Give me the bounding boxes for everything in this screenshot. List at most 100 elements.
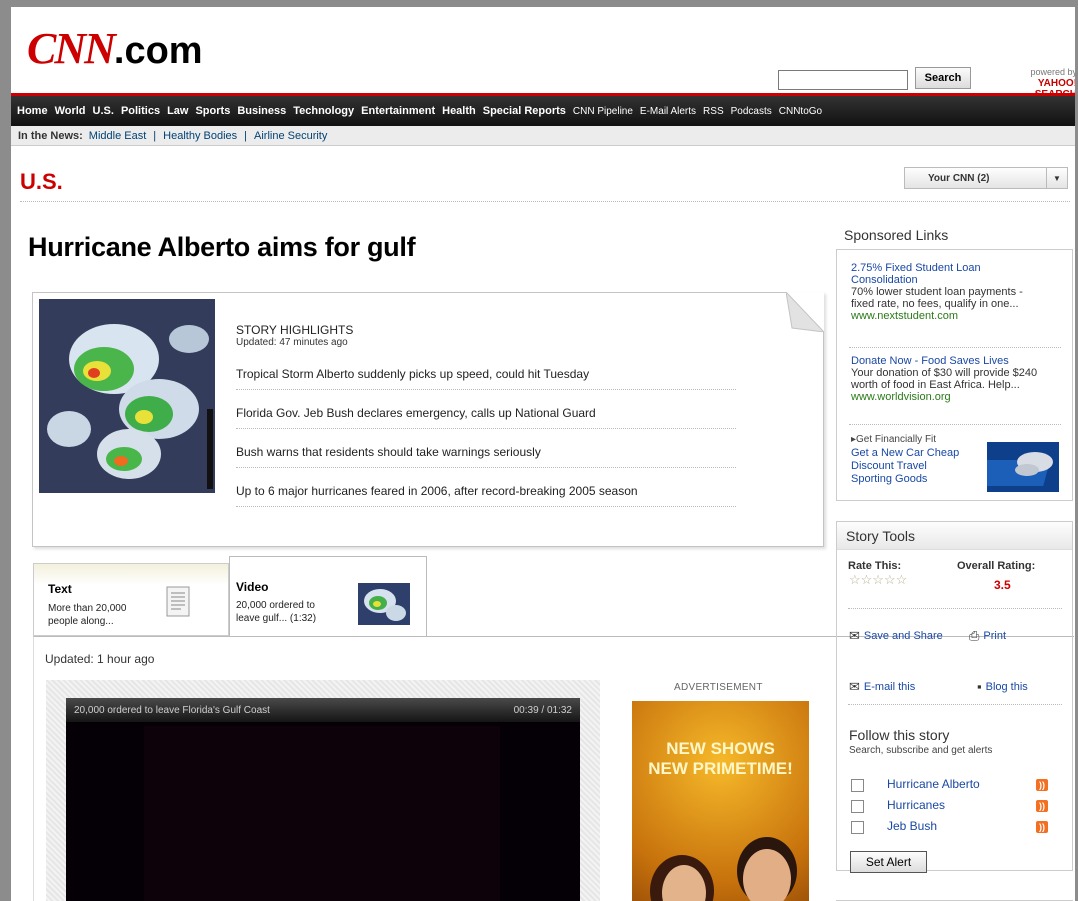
tab-text[interactable]: Text More than 20,000 people along...: [33, 563, 229, 636]
print-label: Print: [983, 630, 1007, 642]
logo-dotcom: .com: [113, 30, 203, 72]
fin-link-sporting[interactable]: Sporting Goods: [851, 473, 959, 486]
your-cnn-dropdown[interactable]: Your CNN (2) ▼: [904, 167, 1068, 189]
sponsored-title-line1[interactable]: 2.75% Fixed Student Loan: [851, 262, 1065, 274]
nav-business[interactable]: Business: [237, 105, 286, 117]
overall-rating-value: 3.5: [994, 578, 1011, 592]
page-curl-decoration: [786, 292, 824, 332]
ad-people-image: [650, 837, 797, 901]
set-alert-button[interactable]: Set Alert: [850, 851, 927, 873]
follow-checkbox[interactable]: [851, 779, 864, 792]
section-title: U.S.: [20, 169, 63, 194]
nav-entertainment[interactable]: Entertainment: [361, 105, 435, 117]
advertisement-banner[interactable]: NEW SHOWS NEW PRIMETIME!: [632, 701, 809, 901]
tab-text-desc-line1: More than 20,000: [48, 603, 127, 614]
highlight-item: Up to 6 major hurricanes feared in 2006,…: [236, 475, 736, 507]
save-share-icon: ✉: [849, 628, 860, 643]
nav-cnn-pipeline[interactable]: CNN Pipeline: [573, 106, 633, 117]
nav-rss[interactable]: RSS: [703, 106, 724, 117]
video-screen[interactable]: [144, 726, 500, 901]
video-player[interactable]: 20,000 ordered to leave Florida's Gulf C…: [66, 698, 580, 901]
story-updated: Updated: 1 hour ago: [45, 652, 155, 666]
news-separator: |: [244, 129, 247, 142]
sponsored-item[interactable]: 2.75% Fixed Student Loan Consolidation 7…: [851, 262, 1065, 322]
in-the-news-bar: In the News: Middle East | Healthy Bodie…: [11, 126, 1075, 146]
nav-home[interactable]: Home: [17, 105, 48, 117]
keyboard-hand-image[interactable]: [987, 442, 1059, 492]
highlight-item: Bush warns that residents should take wa…: [236, 436, 736, 468]
fin-link-car[interactable]: Get a New Car Cheap: [851, 447, 959, 460]
nav-podcasts[interactable]: Podcasts: [731, 106, 772, 117]
advertisement-label: ADVERTISEMENT: [674, 682, 763, 693]
follow-topic-link[interactable]: Jeb Bush: [887, 819, 937, 833]
follow-item: Jeb Bush )): [851, 819, 1061, 837]
rating-stars[interactable]: ☆☆☆☆☆: [849, 572, 907, 588]
blog-label: Blog this: [985, 680, 1028, 693]
cnn-logo[interactable]: CNN.com: [27, 23, 203, 74]
sponsored-title-line2[interactable]: Consolidation: [851, 274, 1065, 286]
rss-icon[interactable]: )): [1036, 800, 1048, 812]
sponsored-links-box: 2.75% Fixed Student Loan Consolidation 7…: [836, 249, 1073, 501]
sponsored-url[interactable]: www.nextstudent.com: [851, 310, 1065, 322]
nav-email-alerts[interactable]: E-Mail Alerts: [640, 106, 696, 117]
tab-text-desc: More than 20,000 people along...: [48, 602, 126, 628]
sponsored-desc-line1: Your donation of $30 will provide $240: [851, 367, 1038, 379]
nav-special-reports[interactable]: Special Reports: [483, 105, 566, 117]
highlight-item: Tropical Storm Alberto suddenly picks up…: [236, 358, 736, 390]
follow-checkbox[interactable]: [851, 800, 864, 813]
nav-politics[interactable]: Politics: [121, 105, 160, 117]
tab-video[interactable]: Video 20,000 ordered to leave gulf... (1…: [229, 556, 427, 637]
sponsored-desc-line1: 70% lower student loan payments -: [851, 286, 1023, 298]
nav-us[interactable]: U.S.: [93, 105, 114, 117]
nav-sports[interactable]: Sports: [195, 105, 230, 117]
nav-world[interactable]: World: [55, 105, 86, 117]
nav-health[interactable]: Health: [442, 105, 476, 117]
follow-topic-link[interactable]: Hurricane Alberto: [887, 777, 980, 791]
news-link-healthy-bodies[interactable]: Healthy Bodies: [163, 130, 237, 142]
rate-this-label: Rate This:: [848, 560, 902, 572]
financial-links: Get a New Car Cheap Discount Travel Spor…: [851, 447, 959, 486]
satellite-image[interactable]: [39, 299, 215, 493]
news-link-middle-east[interactable]: Middle East: [89, 130, 146, 142]
follow-topic-link[interactable]: Hurricanes: [887, 798, 945, 812]
follow-checkbox[interactable]: [851, 821, 864, 834]
sponsored-desc-line2: fixed rate, no fees, qualify in one...: [851, 298, 1019, 310]
powered-by-label: powered by: [1030, 67, 1075, 77]
divider: [848, 608, 1062, 609]
window-frame-left: [0, 0, 11, 901]
print-link[interactable]: ⎙ Print: [969, 628, 1006, 644]
save-and-share-link[interactable]: ✉ Save and Share: [849, 628, 943, 644]
blog-this-link[interactable]: ▪ Blog this: [977, 679, 1028, 694]
rss-icon[interactable]: )): [1036, 779, 1048, 791]
nav-cnntogo[interactable]: CNNtoGo: [779, 106, 822, 117]
tab-text-title: Text: [48, 582, 72, 596]
follow-item: Hurricanes )): [851, 798, 1061, 816]
divider: [848, 704, 1062, 705]
highlights-title: STORY HIGHLIGHTS: [236, 323, 354, 337]
tab-video-desc: 20,000 ordered to leave gulf... (1:32): [236, 599, 316, 625]
blog-icon: ▪: [977, 679, 982, 694]
sponsored-url[interactable]: www.worldvision.org: [851, 391, 1065, 403]
email-this-link[interactable]: ✉ E-mail this: [849, 679, 915, 695]
story-highlights-box: STORY HIGHLIGHTS Updated: 47 minutes ago…: [32, 292, 824, 547]
news-separator: |: [153, 129, 157, 142]
news-link-airline-security[interactable]: Airline Security: [254, 130, 327, 142]
video-title: 20,000 ordered to leave Florida's Gulf C…: [74, 704, 270, 716]
get-financially-fit: ▸Get Financially Fit: [851, 434, 936, 445]
story-tools-box: Story Tools Rate This: ☆☆☆☆☆ Overall Rat…: [836, 521, 1073, 873]
nav-law[interactable]: Law: [167, 105, 188, 117]
article-headline: Hurricane Alberto aims for gulf: [28, 232, 416, 262]
video-player-bar: 20,000 ordered to leave Florida's Gulf C…: [66, 698, 580, 722]
logo-cnn: CNN: [27, 24, 116, 73]
search-input[interactable]: [778, 70, 908, 90]
sponsored-title-line1[interactable]: Donate Now - Food Saves Lives: [851, 355, 1065, 367]
printer-icon: ⎙: [969, 628, 980, 643]
tab-video-title: Video: [236, 580, 269, 594]
follow-story-subtitle: Search, subscribe and get alerts: [849, 745, 993, 756]
nav-technology[interactable]: Technology: [293, 105, 354, 117]
rss-icon[interactable]: )): [1036, 821, 1048, 833]
sponsored-item[interactable]: Donate Now - Food Saves Lives Your donat…: [851, 355, 1065, 403]
search-button[interactable]: Search: [915, 67, 971, 89]
fin-link-travel[interactable]: Discount Travel: [851, 460, 959, 473]
in-the-news-label: In the News:: [18, 129, 83, 142]
